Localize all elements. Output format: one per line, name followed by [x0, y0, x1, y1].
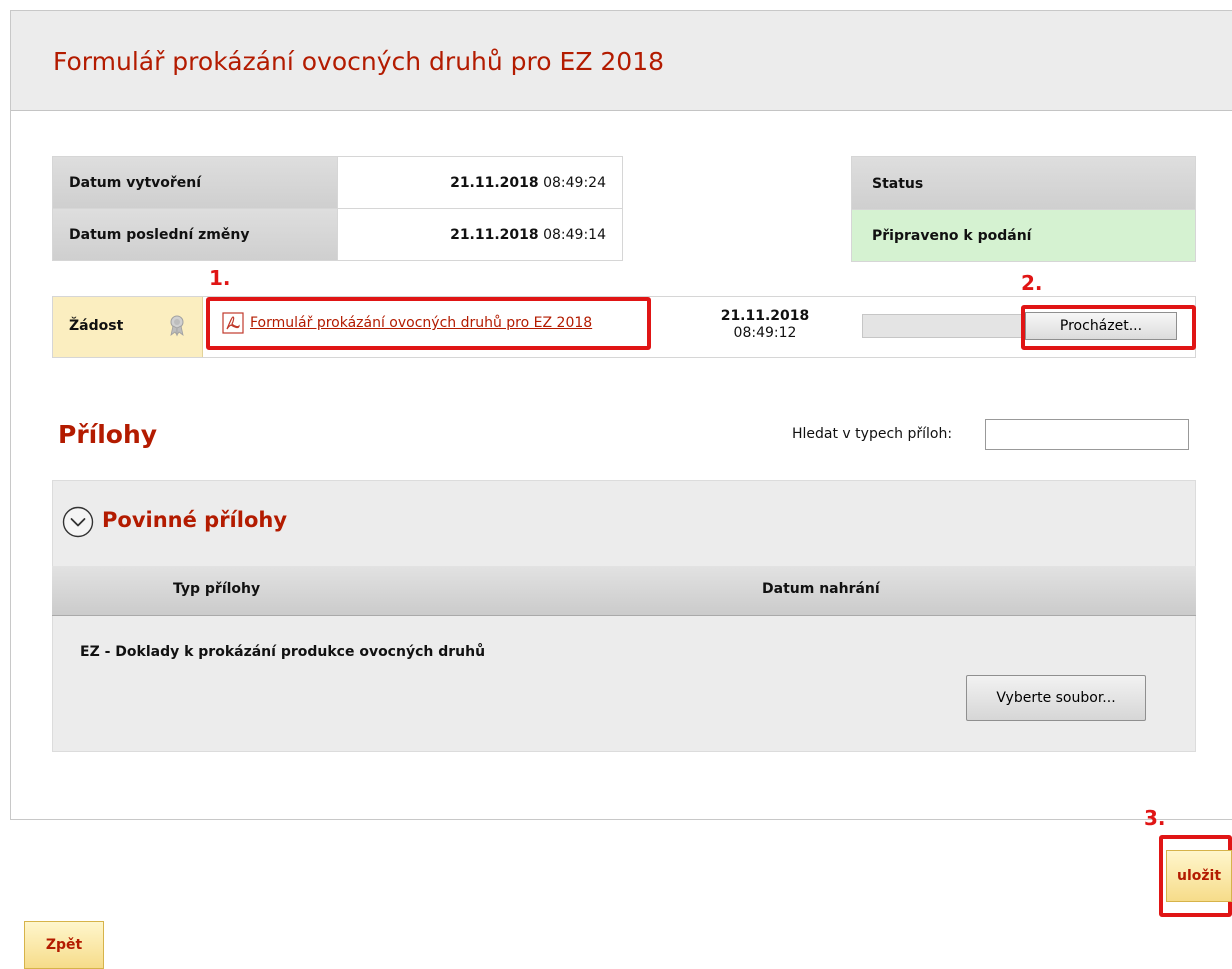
file-path-display — [862, 314, 1026, 338]
zadost-label-cell: Žádost — [53, 297, 203, 357]
required-attachments-title[interactable]: Povinné přílohy — [102, 508, 287, 532]
award-ribbon-icon — [169, 315, 185, 341]
attachments-title: Přílohy — [58, 420, 158, 449]
zadost-timestamp: 21.11.2018 08:49:12 — [690, 308, 840, 342]
chevron-down-icon[interactable] — [62, 506, 94, 542]
zadost-date: 21.11.2018 — [720, 308, 810, 324]
created-date: 21.11.2018 — [450, 175, 539, 191]
form-header: Formulář prokázání ovocných druhů pro EZ… — [11, 11, 1232, 111]
column-header-upload-date: Datum nahrání — [762, 581, 880, 597]
status-header: Status — [851, 156, 1196, 210]
attachment-row-type: EZ - Doklady k prokázání produkce ovocný… — [80, 644, 486, 660]
modified-label: Datum poslední změny — [52, 208, 338, 261]
search-label: Hledat v typech příloh: — [792, 426, 953, 442]
modified-date: 21.11.2018 — [450, 227, 539, 243]
zadost-time: 08:49:12 — [733, 325, 797, 341]
annotation-label-3: 3. — [1144, 806, 1166, 830]
annotation-box-1 — [206, 297, 651, 350]
zadost-label: Žádost — [69, 318, 124, 334]
created-value: 21.11.2018 08:49:24 — [337, 156, 623, 209]
column-header-type: Typ přílohy — [173, 581, 261, 597]
created-label: Datum vytvoření — [52, 156, 338, 209]
back-button[interactable]: Zpět — [24, 921, 104, 969]
modified-time: 08:49:14 — [543, 227, 606, 243]
created-time: 08:49:24 — [543, 175, 606, 191]
attachment-type-search-input[interactable] — [985, 419, 1189, 450]
select-file-button[interactable]: Vyberte soubor... — [966, 675, 1146, 721]
annotation-label-1: 1. — [209, 266, 231, 290]
annotation-label-2: 2. — [1021, 271, 1043, 295]
save-button[interactable]: uložit — [1166, 850, 1232, 902]
status-badge: Připraveno k podání — [851, 209, 1196, 262]
page-title: Formulář prokázání ovocných druhů pro EZ… — [53, 47, 665, 76]
annotation-box-2 — [1021, 305, 1196, 350]
modified-value: 21.11.2018 08:49:14 — [337, 208, 623, 261]
